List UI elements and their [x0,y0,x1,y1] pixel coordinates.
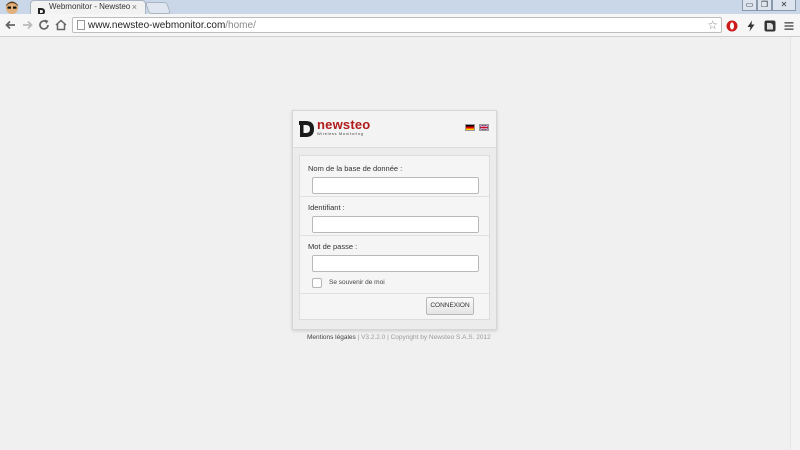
remember-me-checkbox[interactable] [312,278,322,288]
new-tab-button[interactable] [144,2,172,14]
username-label: Identifiant : [308,203,345,212]
page-footer: Mentions légales | V3.2.2.0 | Copyright … [307,334,491,341]
forward-arrow-icon[interactable] [20,18,34,32]
connexion-button[interactable]: CONNEXION [426,297,474,315]
close-window-button[interactable]: ✕ [772,0,796,11]
german-flag-icon[interactable] [465,124,475,131]
version-copyright: | V3.2.2.0 | Copyright by Newsteo S.A.S.… [357,334,491,341]
home-icon[interactable] [54,18,68,32]
password-field-group: Mot de passe : [300,236,489,275]
tab-close-icon[interactable]: × [132,1,137,13]
user-avatar-icon[interactable] [3,0,21,14]
back-arrow-icon[interactable] [4,18,18,32]
form-actions: CONNEXION [300,293,489,319]
brand-tagline: Wireless Monitoring [317,131,364,136]
tab-title: Webmonitor - Newsteo [49,2,131,11]
login-card: newsteo Wireless Monitoring Nom de la ba… [292,110,497,330]
password-label: Mot de passe : [308,242,358,251]
page-content: newsteo Wireless Monitoring Nom de la ba… [0,37,800,450]
database-label: Nom de la base de donnée : [308,164,403,173]
maximize-button[interactable]: ❐ [757,0,772,11]
lightning-extension-icon[interactable] [745,19,757,32]
username-field-group: Identifiant : [300,197,489,236]
newsteo-logo: newsteo Wireless Monitoring [299,117,371,143]
browser-toolbar: www.newsteo-webmonitor.com/home/ ☆ [0,14,800,37]
address-bar[interactable]: www.newsteo-webmonitor.com/home/ ☆ [72,17,722,33]
login-form: Nom de la base de donnée : Identifiant :… [299,155,490,320]
evernote-extension-icon[interactable] [764,19,776,32]
username-input[interactable] [312,216,479,233]
url-text: www.newsteo-webmonitor.com/home/ [88,20,256,31]
legal-notice-link[interactable]: Mentions légales [307,334,356,341]
bookmark-star-icon[interactable]: ☆ [707,18,718,32]
remember-me-label[interactable]: Se souvenir de moi [329,279,385,286]
menu-icon[interactable] [783,19,795,31]
opera-extension-icon[interactable] [726,19,738,32]
uk-flag-icon[interactable] [479,124,489,131]
newsteo-favicon-icon [37,3,46,15]
database-input[interactable] [312,177,479,194]
database-field-group: Nom de la base de donnée : [300,158,489,197]
login-card-header: newsteo Wireless Monitoring [293,111,496,148]
password-input[interactable] [312,255,479,272]
page-icon [77,20,85,30]
tab-webmonitor[interactable]: Webmonitor - Newsteo × [30,0,146,15]
reload-icon[interactable] [37,18,51,32]
page-scrollbar[interactable] [790,37,800,450]
newsteo-logo-mark-icon [299,118,315,143]
minimize-button[interactable]: ▭ [742,0,757,11]
browser-titlebar: Webmonitor - Newsteo × ▭ ❐ ✕ [0,0,800,15]
brand-name: newsteo [317,117,371,132]
